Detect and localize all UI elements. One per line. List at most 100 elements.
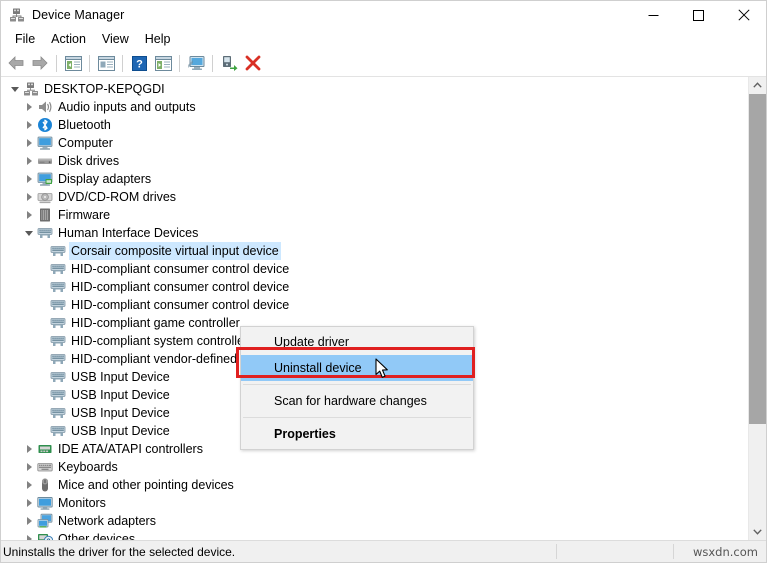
tree-item[interactable]: HID-compliant consumer control device	[1, 260, 748, 278]
keyboard-icon	[37, 459, 53, 475]
tree-item-label: Keyboards	[58, 460, 118, 474]
hid-device-icon	[50, 369, 66, 385]
toolbar-separator	[89, 54, 90, 72]
firmware-icon	[37, 207, 53, 223]
uninstall-device-icon[interactable]	[241, 52, 265, 74]
chevron-right-icon[interactable]	[21, 152, 37, 170]
scroll-up-arrow-icon[interactable]	[749, 77, 766, 94]
chevron-right-icon[interactable]	[21, 494, 37, 512]
chevron-right-icon[interactable]	[21, 476, 37, 494]
chevron-down-icon[interactable]	[21, 224, 37, 242]
computer-root-icon	[23, 81, 39, 97]
hid-device-icon	[50, 243, 66, 259]
tree-item[interactable]: Human Interface Devices	[1, 224, 748, 242]
status-divider	[556, 544, 557, 559]
tree-item[interactable]: Network adapters	[1, 512, 748, 530]
chevron-right-icon[interactable]	[21, 530, 37, 540]
bluetooth-icon	[37, 117, 53, 133]
tree-item[interactable]: Bluetooth	[1, 116, 748, 134]
menu-file[interactable]: File	[7, 30, 43, 49]
show-hide-console-tree-icon[interactable]	[61, 52, 85, 74]
chevron-right-icon[interactable]	[21, 116, 37, 134]
tree-item[interactable]: ? Other devices	[1, 530, 748, 540]
tree-item-label: Human Interface Devices	[58, 226, 199, 240]
properties-icon[interactable]	[94, 52, 118, 74]
hid-device-icon	[50, 333, 66, 349]
enable-device-icon[interactable]	[217, 52, 241, 74]
mouse-icon	[37, 477, 53, 493]
forward-icon[interactable]	[28, 52, 52, 74]
menu-help[interactable]: Help	[137, 30, 179, 49]
toolbar-separator	[179, 54, 180, 72]
scan-for-hardware-changes-icon[interactable]	[184, 52, 208, 74]
device-manager-icon	[9, 7, 25, 23]
tree-item-label: HID-compliant consumer control device	[71, 280, 290, 294]
scrollbar-thumb[interactable]	[749, 94, 766, 424]
tree-item[interactable]: Computer	[1, 134, 748, 152]
tree-item[interactable]: Keyboards	[1, 458, 748, 476]
tree-item[interactable]: DESKTOP-KEPQGDI	[1, 80, 748, 98]
back-icon[interactable]	[4, 52, 28, 74]
chevron-right-icon[interactable]	[21, 458, 37, 476]
context-menu-separator	[243, 384, 471, 385]
toolbar: ?	[1, 50, 766, 77]
device-manager-window: Device Manager File Action View Help ? D…	[0, 0, 767, 563]
hid-device-icon	[50, 297, 66, 313]
hid-device-icon	[50, 423, 66, 439]
context-menu-item-uninstall-device[interactable]: Uninstall device	[241, 355, 473, 381]
scroll-down-arrow-icon[interactable]	[749, 523, 766, 540]
minimize-icon[interactable]	[631, 1, 676, 29]
tree-item-label: USB Input Device	[71, 424, 170, 438]
maximize-icon[interactable]	[676, 1, 721, 29]
tree-item[interactable]: Disk drives	[1, 152, 748, 170]
chevron-down-icon[interactable]	[7, 80, 23, 98]
chevron-right-icon[interactable]	[21, 206, 37, 224]
chevron-right-icon[interactable]	[21, 170, 37, 188]
close-icon[interactable]	[721, 1, 766, 29]
tree-item-label: DESKTOP-KEPQGDI	[44, 82, 165, 96]
chevron-right-icon[interactable]	[21, 512, 37, 530]
tree-item[interactable]: HID-compliant consumer control device	[1, 296, 748, 314]
chevron-right-icon[interactable]	[21, 98, 37, 116]
tree-item-label: Other devices	[58, 532, 136, 540]
tree-item[interactable]: HID-compliant consumer control device	[1, 278, 748, 296]
other-devices-icon: ?	[37, 531, 54, 540]
tree-item-label: HID-compliant consumer control device	[71, 262, 290, 276]
display-adapter-icon	[37, 171, 53, 187]
chevron-right-icon[interactable]	[21, 188, 37, 206]
tree-item[interactable]: Firmware	[1, 206, 748, 224]
tree-item[interactable]: DVD/CD-ROM drives	[1, 188, 748, 206]
toolbar-separator	[56, 54, 57, 72]
tree-item[interactable]: Mice and other pointing devices	[1, 476, 748, 494]
chevron-right-icon[interactable]	[21, 440, 37, 458]
hid-device-icon	[50, 405, 66, 421]
dvd-drive-icon	[37, 189, 53, 205]
hid-device-icon	[50, 261, 66, 277]
menu-action[interactable]: Action	[43, 30, 94, 49]
network-adapter-icon	[37, 513, 53, 529]
menu-view[interactable]: View	[94, 30, 137, 49]
device-tree[interactable]: DESKTOP-KEPQGDI Audio inputs and outputs B…	[1, 77, 748, 540]
help-icon[interactable]: ?	[127, 52, 151, 74]
tree-item-label: HID-compliant game controller	[71, 316, 240, 330]
update-driver-icon[interactable]	[151, 52, 175, 74]
context-menu[interactable]: Update driver Uninstall device Scan for …	[240, 326, 474, 450]
tree-item-label: Network adapters	[58, 514, 156, 528]
hid-device-icon	[50, 387, 66, 403]
context-menu-item-properties[interactable]: Properties	[241, 421, 473, 447]
watermark: wsxdn.com	[692, 544, 758, 559]
tree-item-label: IDE ATA/ATAPI controllers	[58, 442, 203, 456]
tree-item[interactable]: Corsair composite virtual input device	[1, 242, 748, 260]
status-bar: Uninstalls the driver for the selected d…	[1, 540, 766, 562]
tree-item[interactable]: Monitors	[1, 494, 748, 512]
window-controls	[631, 1, 766, 29]
vertical-scrollbar[interactable]	[748, 77, 766, 540]
computer-icon	[37, 135, 53, 151]
status-divider	[673, 544, 674, 559]
chevron-right-icon[interactable]	[21, 134, 37, 152]
context-menu-item-update-driver[interactable]: Update driver	[241, 329, 473, 355]
context-menu-item-scan-for-hardware-changes[interactable]: Scan for hardware changes	[241, 388, 473, 414]
tree-item[interactable]: Display adapters	[1, 170, 748, 188]
tree-item[interactable]: Audio inputs and outputs	[1, 98, 748, 116]
disk-drive-icon	[37, 153, 53, 169]
